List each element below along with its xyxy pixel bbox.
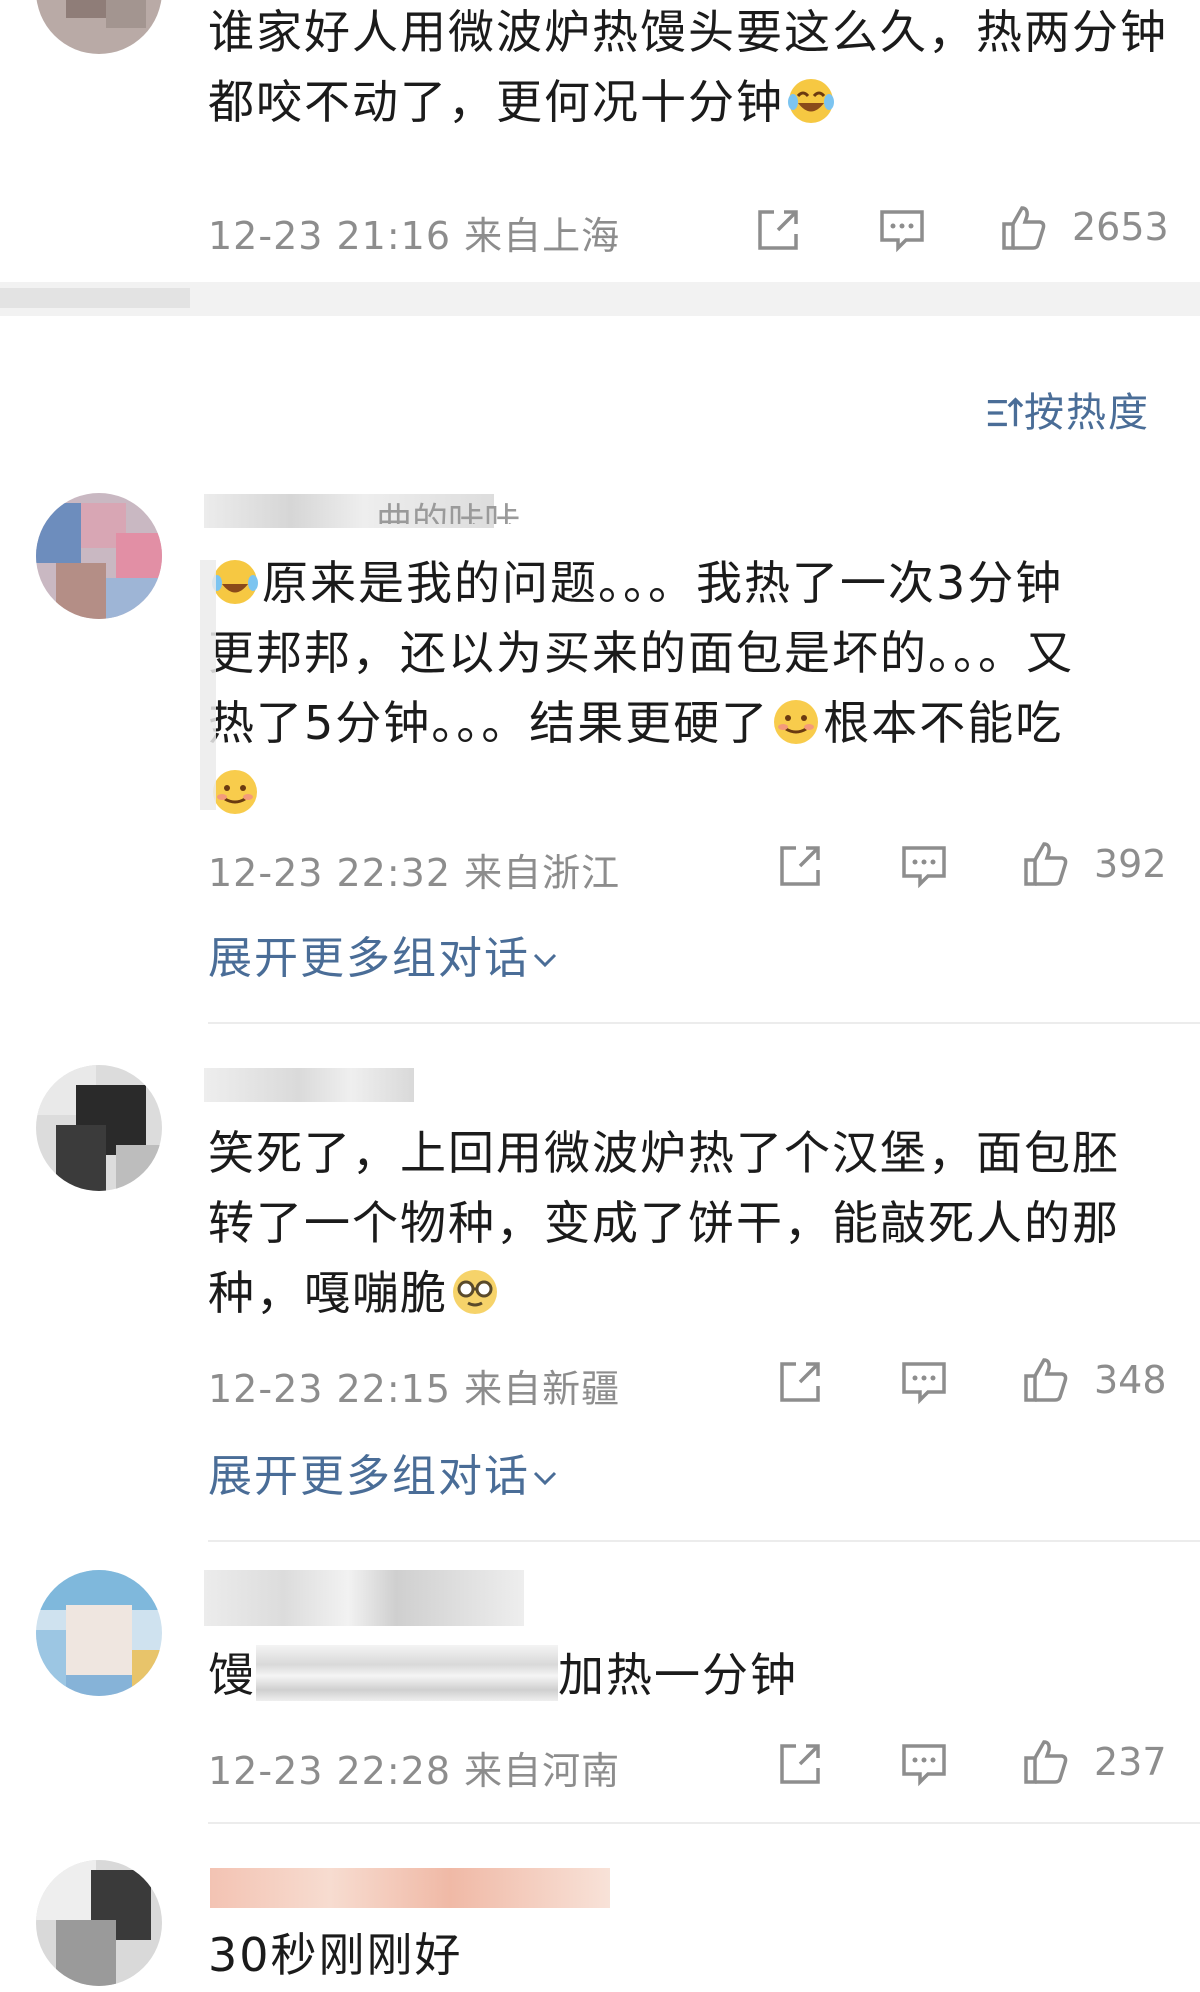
comment-meta: 12-23 22:28 来自河南 [208,1740,620,1795]
comment-text: 原来是我的问题。。。我热了一次3分钟 更邦邦，还以为买来的面包是坏的。。。又 热… [208,548,1168,828]
share-icon[interactable] [774,1356,826,1408]
sort-icon [987,397,1024,427]
like-icon[interactable] [1020,1736,1072,1788]
username-suffix[interactable]: 曲的咔咔 [376,492,520,524]
awkward-smile-emoji-icon [774,700,819,744]
comment-time: 12-23 21:16 [208,214,452,258]
avatar[interactable] [36,1860,162,1986]
like-icon[interactable] [1020,838,1072,890]
comment-location: 来自河南 [464,1749,621,1793]
comment-location: 来自新疆 [464,1367,621,1411]
comment-text: 30秒刚刚好 [208,1928,463,1982]
comment-divider [208,1822,1200,1824]
sort-label: 按热度 [1024,390,1150,436]
section-separator-blur [0,288,190,308]
comment-location: 来自浙江 [464,851,621,895]
comment-divider [208,1022,1200,1024]
laugh-cry-emoji-icon [212,560,258,604]
comment-icon[interactable] [898,840,950,892]
expand-conversation-link[interactable]: 展开更多组对话 [208,922,560,986]
comment-divider [208,1540,1200,1542]
comment-location: 来自上海 [464,214,621,258]
text-redaction-blur [256,1645,558,1701]
comment-text: 谁家好人用微波炉热馒头要这么久，热两分钟都咬不动了，更何况十分钟 [208,5,1168,129]
avatar[interactable] [36,493,162,619]
comment-time: 12-23 22:15 [208,1367,452,1411]
like-count: 392 [1094,842,1167,886]
avatar[interactable] [36,1570,162,1696]
nerd-glasses-emoji-icon [453,1270,497,1314]
expand-conversation-link[interactable]: 展开更多组对话 [208,1440,560,1504]
comment-icon[interactable] [898,1356,950,1408]
username-blurred[interactable] [204,1068,414,1102]
share-icon[interactable] [752,204,804,256]
like-icon[interactable] [1020,1354,1072,1406]
like-count: 237 [1094,1740,1167,1784]
like-count: 2653 [1072,205,1169,249]
comment-meta: 12-23 22:32 来自浙江 [208,842,620,897]
comment-text: 馒加热一分钟 [208,1640,1168,1710]
chevron-down-icon [533,1471,557,1486]
avatar[interactable] [36,0,162,54]
username-blurred[interactable] [204,1570,524,1626]
comment-meta: 12-23 21:16 来自上海 [208,205,620,260]
chevron-down-icon [533,953,557,968]
laugh-cry-emoji-icon [788,79,834,123]
username-blurred[interactable] [210,1868,610,1908]
share-icon[interactable] [774,1738,826,1790]
comment-icon[interactable] [876,204,928,256]
awkward-smile-emoji-icon [213,770,257,814]
avatar[interactable] [36,1065,162,1191]
comment-meta: 12-23 22:15 来自新疆 [208,1358,620,1413]
text-edge-blur [200,560,216,810]
comment-text: 笑死了，上回用微波炉热了个汉堡，面包胚 转了一个物种，变成了饼干，能敲死人的那 … [208,1126,1120,1320]
like-icon[interactable] [998,202,1050,254]
comment-time: 12-23 22:32 [208,851,452,895]
sort-button[interactable]: 按热度 [986,380,1150,438]
share-icon[interactable] [774,840,826,892]
comment-icon[interactable] [898,1738,950,1790]
comment-time: 12-23 22:28 [208,1749,452,1793]
like-count: 348 [1094,1358,1167,1402]
